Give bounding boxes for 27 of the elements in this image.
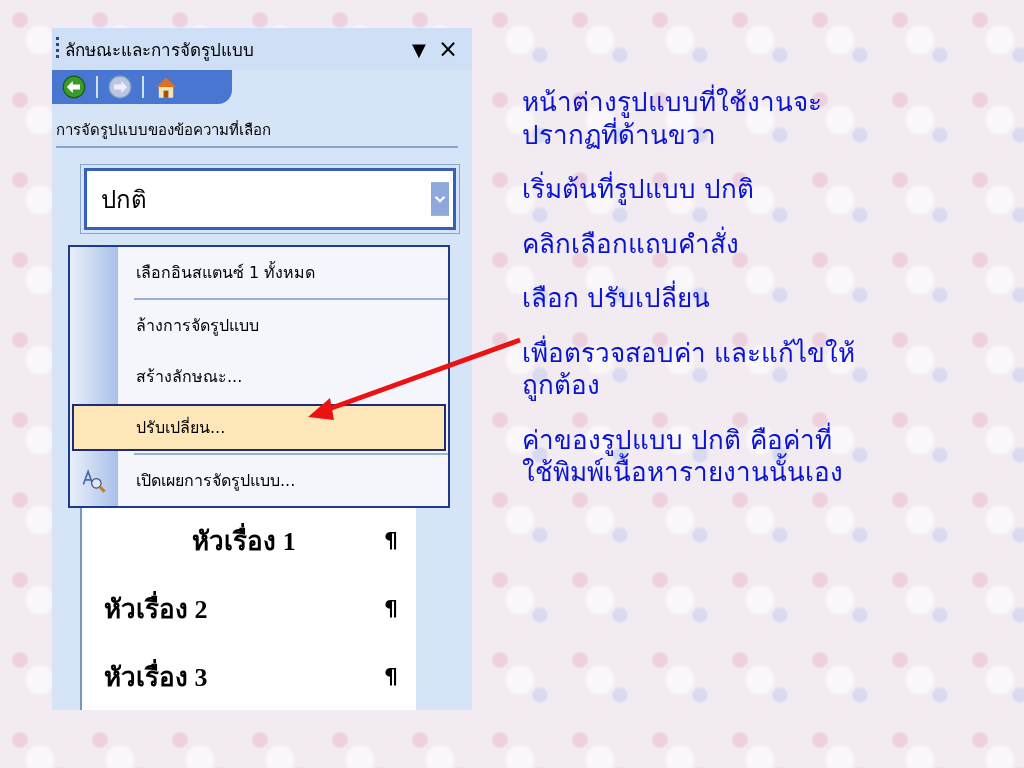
style-name[interactable]: หัวเรื่อง 3: [104, 655, 208, 697]
menu-button[interactable]: ▼: [406, 38, 432, 60]
paragraph-mark: ¶: [384, 595, 398, 621]
paragraph-mark: ¶: [384, 527, 398, 553]
menu-item[interactable]: เลือกอินสแตนซ์ 1 ทั้งหมด: [118, 249, 446, 296]
section-heading: การจัดรูปแบบของข้อความที่เลือก: [56, 118, 458, 148]
grip-icon: [56, 37, 59, 61]
back-icon[interactable]: [62, 75, 86, 99]
note-text: เพื่อตรวจสอบค่า และแก้ไขให้ ถูกต้อง: [522, 336, 857, 402]
note-text: คลิกเลือกแถบคำสั่ง: [522, 227, 740, 260]
home-icon[interactable]: [154, 75, 178, 99]
magnifier-icon: [81, 467, 107, 494]
menu-item[interactable]: สร้างลักษณะ...: [118, 353, 446, 400]
menu-item[interactable]: ล้างการจัดรูปแบบ: [118, 302, 446, 349]
pane-title: ลักษณะและการจัดรูปแบบ: [65, 38, 255, 63]
style-dropdown[interactable]: ปกติ: [84, 168, 456, 230]
note-text: ค่าของรูปแบบ ปกติ คือค่าที่ ใช้พิมพ์เนื้อหารายงานนั้นเอง: [522, 423, 844, 489]
note-text: หน้าต่างรูปแบบที่ใช้งานจะ ปรากฏที่ด้านขวา: [522, 86, 962, 151]
close-button[interactable]: ×: [431, 35, 464, 63]
style-name[interactable]: หัวเรื่อง 1: [192, 519, 296, 561]
note-text: เริ่มต้นที่รูปแบบ ปกติ: [522, 173, 962, 206]
forward-icon[interactable]: [108, 75, 132, 99]
note-text: เลือก ปรับเปลี่ยน: [522, 282, 962, 315]
menu-item[interactable]: ปรับเปลี่ยน...: [72, 404, 446, 451]
style-name[interactable]: หัวเรื่อง 2: [104, 587, 208, 629]
paragraph-mark: ¶: [384, 663, 398, 689]
menu-item[interactable]: เปิดเผยการจัดรูปแบบ...: [118, 457, 446, 504]
